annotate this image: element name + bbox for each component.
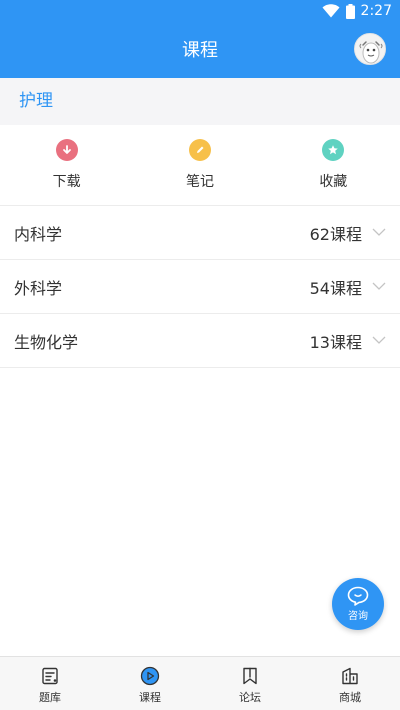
- status-bar: 2:27: [0, 0, 400, 24]
- bottom-tab-bar: 题库 课程 论坛 商城: [0, 656, 400, 710]
- list-item[interactable]: 生物化学 13课程: [0, 314, 400, 368]
- chevron-down-icon[interactable]: [372, 282, 386, 291]
- download-icon: [55, 139, 78, 161]
- chat-bubble-icon: [347, 586, 369, 606]
- question-bank-icon: [42, 667, 58, 685]
- tab-forum[interactable]: 论坛: [200, 657, 300, 710]
- action-bar: 下载 笔记 收藏: [0, 125, 400, 206]
- tab-shop[interactable]: 商城: [300, 657, 400, 710]
- subject-list: 内科学 62课程 外科学 54课程 生物化学 13课程: [0, 206, 400, 368]
- chevron-down-icon[interactable]: [372, 336, 386, 345]
- subject-name: 外科学: [14, 278, 63, 298]
- favorites-label: 收藏: [319, 174, 348, 190]
- notes-label: 笔记: [185, 174, 214, 190]
- subject-name: 生物化学: [14, 332, 79, 352]
- forum-icon: [243, 667, 257, 685]
- download-button[interactable]: 下载: [0, 125, 133, 205]
- subject-name: 内科学: [14, 224, 63, 244]
- download-label: 下载: [52, 174, 81, 190]
- tab-label: 课程: [139, 691, 161, 704]
- page-title: 课程: [182, 40, 218, 61]
- app-bar: 课程: [0, 24, 400, 78]
- favorites-button[interactable]: 收藏: [267, 125, 400, 205]
- list-item[interactable]: 外科学 54课程: [0, 260, 400, 314]
- pencil-icon: [188, 139, 211, 161]
- tab-label: 商城: [339, 691, 361, 704]
- list-item[interactable]: 内科学 62课程: [0, 206, 400, 260]
- consult-label: 咨询: [348, 611, 368, 622]
- tab-label: 论坛: [239, 691, 261, 704]
- status-time: 2:27: [360, 3, 392, 19]
- tab-label: 题库: [39, 691, 61, 704]
- notes-button[interactable]: 笔记: [133, 125, 266, 205]
- course-count: 13课程: [309, 332, 362, 352]
- tab-courses[interactable]: 课程: [100, 657, 200, 710]
- course-count: 54课程: [309, 278, 362, 298]
- section-header: 护理: [0, 78, 400, 125]
- avatar-icon[interactable]: [354, 33, 386, 65]
- tab-question-bank[interactable]: 题库: [0, 657, 100, 710]
- consult-button[interactable]: 咨询: [332, 578, 384, 630]
- play-circle-icon: [140, 666, 160, 686]
- battery-icon: [345, 3, 355, 19]
- shop-icon: [342, 667, 358, 685]
- chevron-down-icon[interactable]: [372, 228, 386, 237]
- course-count: 62课程: [309, 224, 362, 244]
- section-title[interactable]: 护理: [19, 78, 53, 125]
- wifi-icon: [322, 4, 340, 18]
- star-icon: [322, 139, 345, 161]
